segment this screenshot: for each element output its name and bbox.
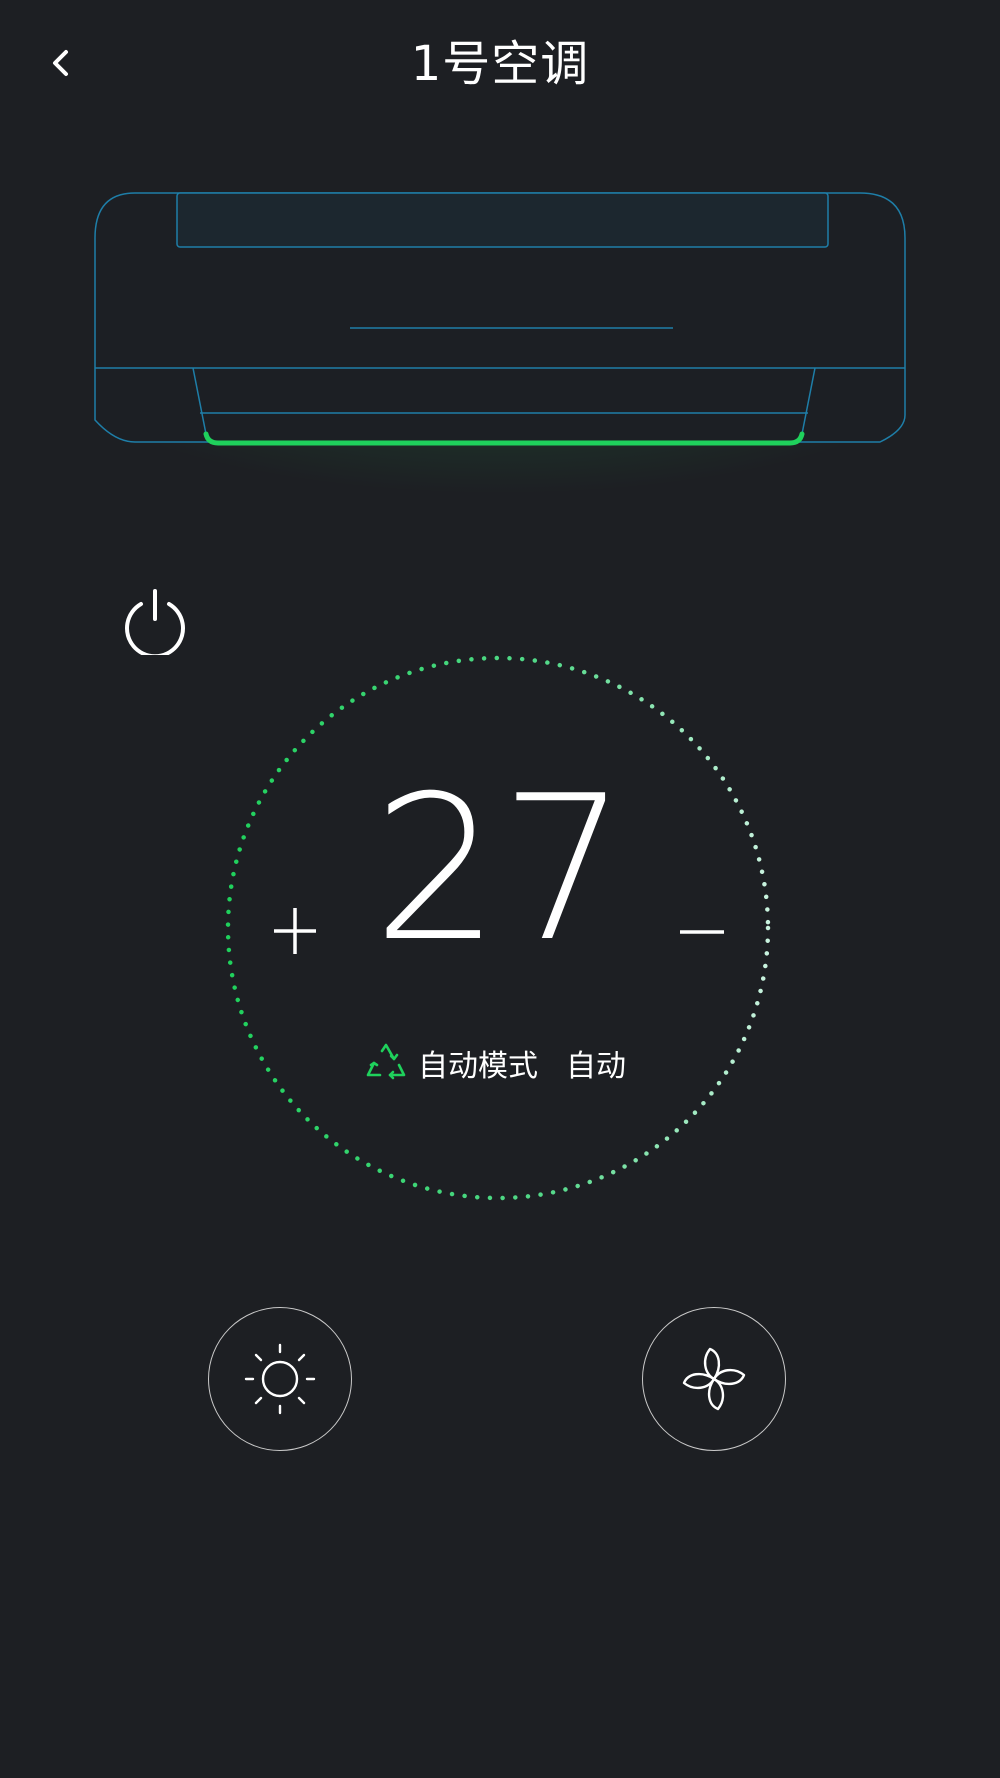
power-icon — [125, 589, 185, 655]
temperature-value: 27 — [372, 753, 628, 986]
minus-icon — [680, 930, 724, 934]
decrease-temperature-button[interactable] — [670, 898, 736, 964]
mode-label: 自动模式 — [418, 1049, 538, 1084]
page-title: 1号空调 — [410, 36, 590, 92]
fan-speed-button[interactable] — [642, 1307, 786, 1451]
recycle-triangle-icon — [366, 1043, 406, 1080]
plus-icon — [274, 908, 316, 954]
fan-speed-label: 自动 — [566, 1049, 626, 1084]
ac-unit-illustration — [94, 192, 906, 560]
fan-icon — [682, 1347, 746, 1411]
increase-temperature-button[interactable] — [262, 898, 328, 964]
sun-icon — [244, 1343, 316, 1415]
power-button[interactable] — [120, 585, 190, 655]
mode-row: 自动模式 自动 — [0, 1038, 1000, 1088]
mode-sun-button[interactable] — [208, 1307, 352, 1451]
